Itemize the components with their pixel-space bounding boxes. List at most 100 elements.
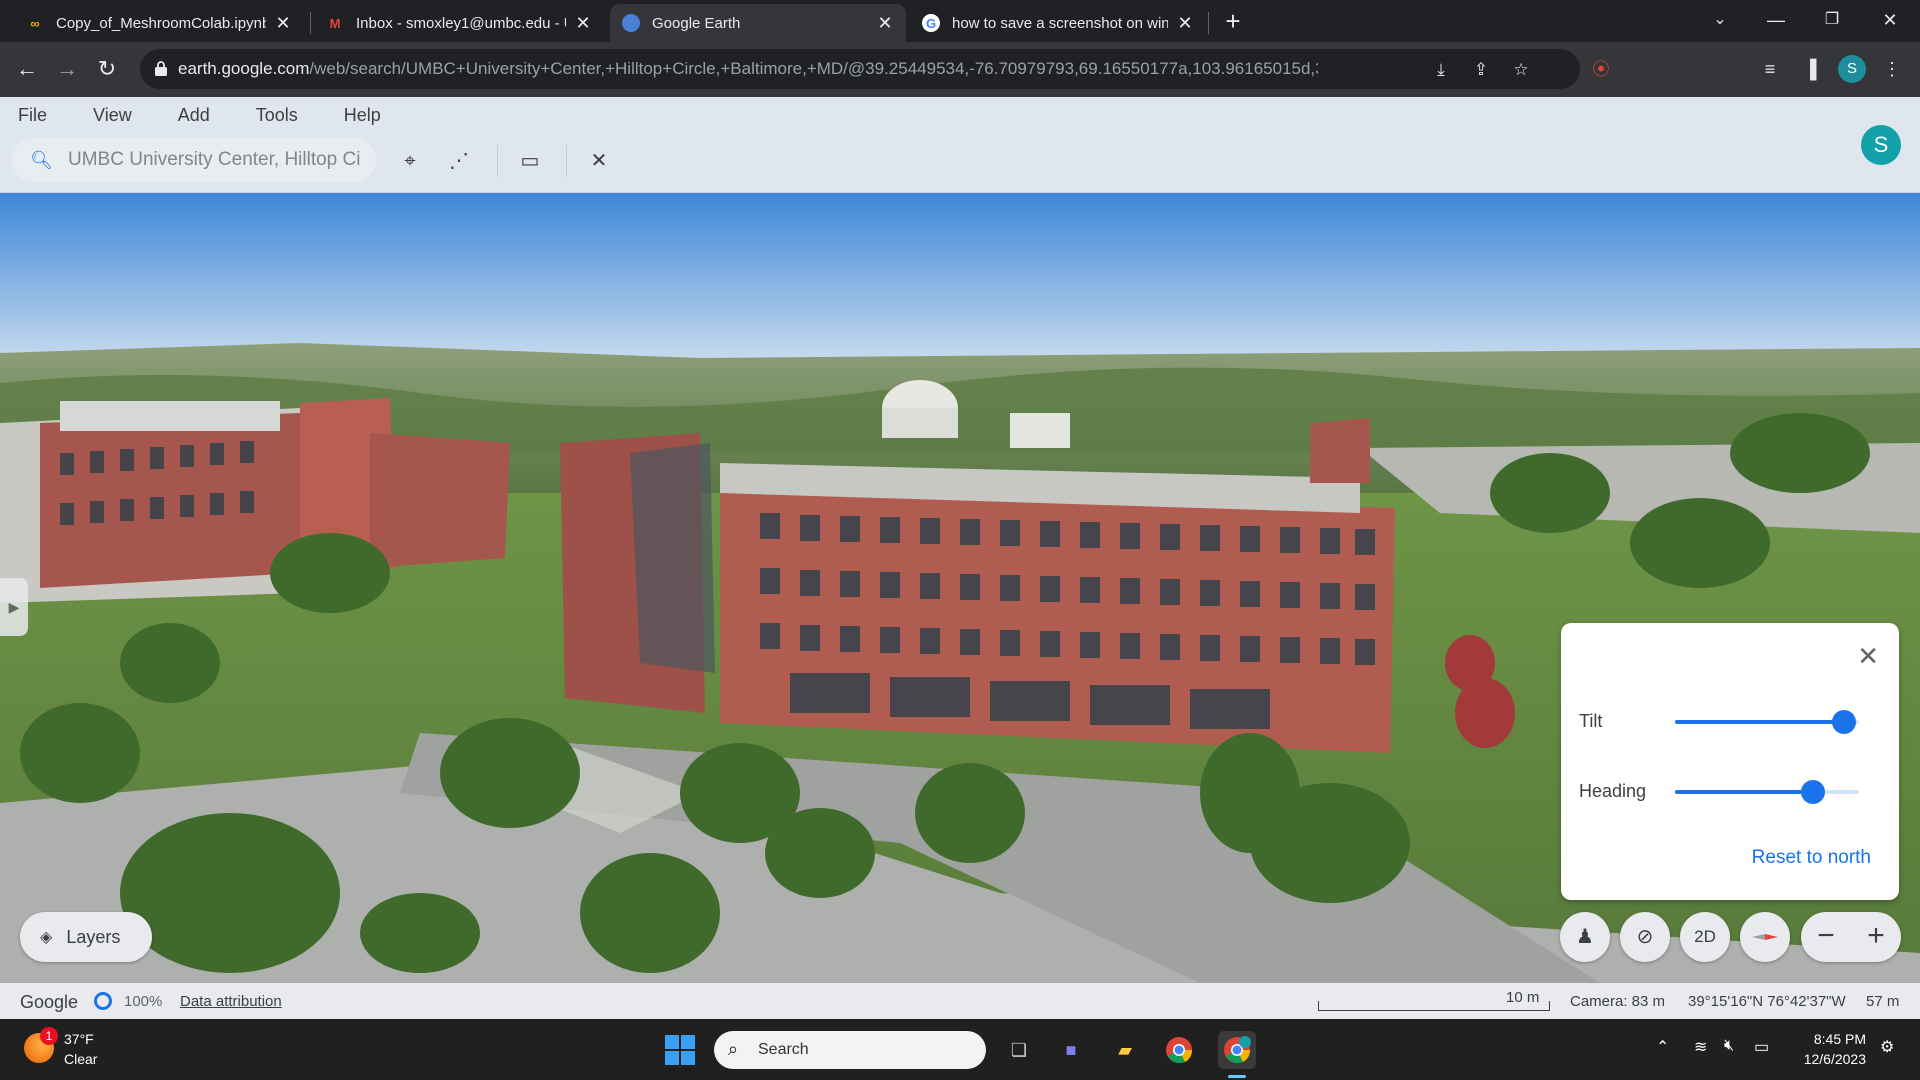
zoom-out-button[interactable]: − [1801, 912, 1851, 962]
measure-ruler-icon[interactable]: ▭ [514, 145, 546, 177]
heading-slider-fill [1675, 790, 1813, 794]
address-bar[interactable]: earth.google.com/web/search/UMBC+Univers… [140, 49, 1610, 89]
sidebar-expand-handle[interactable]: ▶ [0, 578, 28, 636]
weather-condition[interactable]: Clear [64, 1051, 97, 1067]
tools-icon[interactable]: ✕ [583, 145, 615, 177]
install-app-icon[interactable]: ⤓ [1428, 57, 1454, 83]
forward-icon[interactable]: → [50, 52, 84, 86]
url-text[interactable]: earth.google.com/web/search/UMBC+Univers… [178, 59, 1318, 79]
zoom-in-button[interactable]: + [1851, 912, 1901, 962]
volume-muted-icon[interactable]: 🔇︎ [1724, 1037, 1734, 1055]
add-placemark-icon[interactable]: ⌖ [394, 145, 426, 177]
chrome-icon[interactable] [1160, 1031, 1198, 1069]
earth-menu-bar: File View Add Tools Help [18, 105, 427, 126]
earth-header: File View Add Tools Help 🔍︎ ⌖ ⋰ ▭ ✕ S [0, 97, 1920, 193]
side-panel-icon[interactable]: ▐ [1795, 54, 1825, 84]
tab-colab[interactable]: ∞ Copy_of_MeshroomColab.ipynb ✕ [14, 4, 304, 42]
notifications-icon[interactable]: ⚙ [1880, 1037, 1894, 1057]
camera-altitude: Camera: 83 m [1570, 993, 1666, 1010]
minimize-icon[interactable]: — [1748, 0, 1804, 42]
earth-search-box[interactable]: 🔍︎ [12, 138, 376, 182]
layers-label: Layers [66, 926, 121, 947]
wifi-icon[interactable]: ≋ [1694, 1037, 1707, 1057]
share-icon[interactable]: ⇪ [1468, 57, 1494, 83]
task-view-icon[interactable]: ❏ [1000, 1031, 1038, 1069]
colab-icon: ∞ [30, 15, 40, 31]
tab-title: Copy_of_MeshroomColab.ipynb [56, 14, 266, 32]
layers-button[interactable]: ◈ Layers [20, 912, 152, 962]
bookmark-star-icon[interactable]: ☆ [1508, 57, 1534, 83]
compass-needle-icon [1752, 934, 1778, 940]
zoom-control: − + [1801, 912, 1901, 962]
earth-account-avatar[interactable]: S [1861, 125, 1901, 165]
clock-time[interactable]: 8:45 PM [1776, 1031, 1866, 1047]
new-tab-button[interactable]: + [1218, 6, 1248, 36]
battery-icon[interactable]: ▭ [1754, 1037, 1769, 1057]
clock-date[interactable]: 12/6/2023 [1776, 1051, 1866, 1067]
close-icon[interactable]: ✕ [1857, 641, 1879, 672]
menu-tools[interactable]: Tools [256, 105, 298, 126]
active-app-indicator [1228, 1075, 1246, 1078]
tab-title: Google Earth [652, 14, 741, 32]
close-tab-icon[interactable]: ✕ [574, 13, 592, 34]
taskbar-search-box[interactable]: ⌕ Search [714, 1031, 986, 1069]
more-menu-icon[interactable]: ⋮ [1877, 54, 1907, 84]
close-tab-icon[interactable]: ✕ [876, 13, 894, 34]
loading-ring-icon [94, 992, 112, 1010]
search-input[interactable] [68, 146, 368, 174]
menu-view[interactable]: View [93, 105, 132, 126]
tab-search-icon[interactable]: ⌄ [1692, 0, 1748, 42]
view-2d-button[interactable]: 2D [1680, 912, 1730, 962]
close-tab-icon[interactable]: ✕ [274, 13, 292, 34]
browser-tab-strip: ∞ Copy_of_MeshroomColab.ipynb ✕ M Inbox … [0, 0, 1920, 42]
search-icon[interactable]: 🔍︎ [30, 150, 53, 171]
url-host: earth.google.com [178, 59, 310, 78]
google-logo: Google [20, 992, 79, 1012]
menu-help[interactable]: Help [344, 105, 381, 126]
taskbar-search-label: Search [758, 1041, 809, 1058]
back-icon[interactable]: ← [10, 52, 44, 86]
menu-file[interactable]: File [18, 105, 47, 126]
load-percent: 100% [124, 993, 163, 1010]
coordinates: 39°15'16"N 76°42'37"W [1688, 993, 1846, 1010]
heading-slider-knob[interactable] [1801, 780, 1825, 804]
search-icon: ⌕ [728, 1039, 739, 1059]
compass-icon[interactable] [1740, 912, 1790, 962]
reading-list-icon[interactable]: ≡ [1755, 54, 1785, 84]
tilt-slider[interactable] [1675, 710, 1859, 734]
teams-chat-icon[interactable]: ■ [1052, 1031, 1090, 1069]
earth-status-bar: Google 100% Data attribution 10 m Camera… [0, 983, 1920, 1019]
file-explorer-icon[interactable]: ▰ [1106, 1031, 1144, 1069]
location-blocked-icon[interactable]: ⦿ [1588, 57, 1614, 83]
restore-icon[interactable]: ❐ [1804, 0, 1860, 42]
pegman-icon[interactable]: ♟ [1560, 912, 1610, 962]
close-window-icon[interactable]: ✕ [1862, 0, 1918, 42]
reset-to-north-link[interactable]: Reset to north [1752, 847, 1871, 869]
tilt-toggle-icon[interactable]: ⊘ [1620, 912, 1670, 962]
tab-google-earth[interactable]: Google Earth ✕ [610, 4, 906, 42]
browser-toolbar: ← → ↻ earth.google.com/web/search/UMBC+U… [0, 42, 1920, 97]
windows-taskbar: 1 37°F Clear ⌕ Search ❏ ■ ▰ ⌃ ≋ 🔇︎ ▭ 8:4… [0, 1019, 1920, 1080]
heading-slider[interactable] [1675, 780, 1859, 804]
menu-add[interactable]: Add [178, 105, 210, 126]
google-icon: G [922, 14, 940, 32]
lock-icon [155, 61, 167, 76]
google-earth-icon [622, 14, 640, 32]
tab-google-search[interactable]: G how to save a screenshot on win ✕ [910, 4, 1206, 42]
show-hidden-icons-icon[interactable]: ⌃ [1656, 1037, 1669, 1057]
navigation-panel: ✕ Tilt Heading Reset to north [1561, 623, 1899, 900]
draw-path-icon[interactable]: ⋰ [443, 145, 475, 177]
tilt-slider-knob[interactable] [1832, 710, 1857, 734]
windows-start-icon[interactable] [665, 1035, 695, 1065]
tab-title: how to save a screenshot on win [952, 14, 1168, 32]
browser-profile-avatar[interactable]: S [1838, 55, 1866, 83]
reload-icon[interactable]: ↻ [90, 52, 124, 86]
weather-temperature[interactable]: 37°F [64, 1031, 94, 1047]
close-tab-icon[interactable]: ✕ [1176, 13, 1194, 34]
scale-label: 10 m [1506, 989, 1540, 1006]
tab-gmail[interactable]: M Inbox - smoxley1@umbc.edu - U ✕ [314, 4, 604, 42]
chrome-profile-icon[interactable] [1218, 1031, 1256, 1069]
tilt-slider-fill [1675, 720, 1845, 724]
data-attribution-link[interactable]: Data attribution [180, 993, 282, 1010]
ground-altitude: 57 m [1866, 993, 1900, 1010]
